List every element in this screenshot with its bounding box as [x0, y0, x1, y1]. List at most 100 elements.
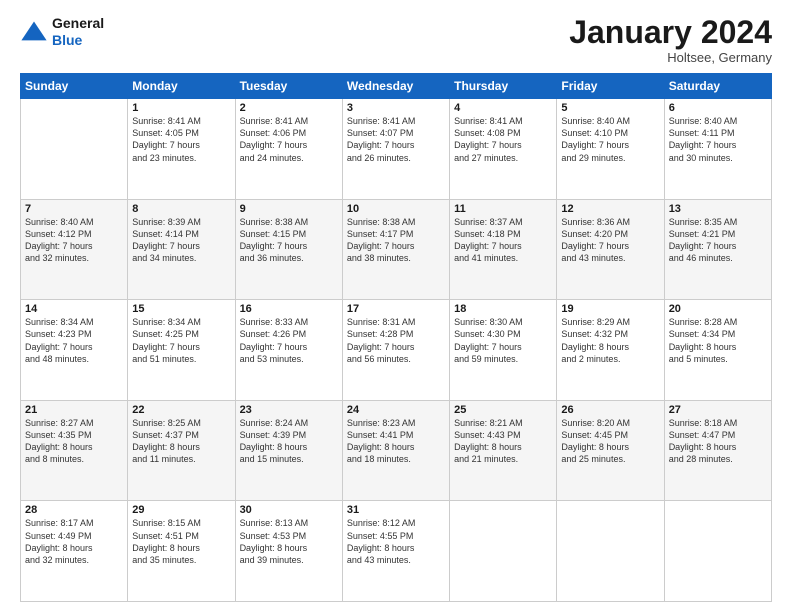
day-info: Sunrise: 8:41 AM Sunset: 4:06 PM Dayligh…	[240, 115, 338, 164]
day-info: Sunrise: 8:31 AM Sunset: 4:28 PM Dayligh…	[347, 316, 445, 365]
calendar-cell: 19Sunrise: 8:29 AM Sunset: 4:32 PM Dayli…	[557, 300, 664, 401]
day-info: Sunrise: 8:29 AM Sunset: 4:32 PM Dayligh…	[561, 316, 659, 365]
day-number: 10	[347, 203, 445, 215]
day-number: 13	[669, 203, 767, 215]
day-number: 25	[454, 404, 552, 416]
title-block: January 2024 Holtsee, Germany	[569, 15, 772, 65]
calendar-cell: 27Sunrise: 8:18 AM Sunset: 4:47 PM Dayli…	[664, 400, 771, 501]
day-info: Sunrise: 8:35 AM Sunset: 4:21 PM Dayligh…	[669, 216, 767, 265]
day-info: Sunrise: 8:25 AM Sunset: 4:37 PM Dayligh…	[132, 417, 230, 466]
calendar-cell: 6Sunrise: 8:40 AM Sunset: 4:11 PM Daylig…	[664, 99, 771, 200]
day-number: 8	[132, 203, 230, 215]
day-info: Sunrise: 8:27 AM Sunset: 4:35 PM Dayligh…	[25, 417, 123, 466]
day-info: Sunrise: 8:21 AM Sunset: 4:43 PM Dayligh…	[454, 417, 552, 466]
day-info: Sunrise: 8:40 AM Sunset: 4:12 PM Dayligh…	[25, 216, 123, 265]
calendar-cell: 24Sunrise: 8:23 AM Sunset: 4:41 PM Dayli…	[342, 400, 449, 501]
day-number: 11	[454, 203, 552, 215]
calendar-cell: 4Sunrise: 8:41 AM Sunset: 4:08 PM Daylig…	[450, 99, 557, 200]
calendar-cell: 30Sunrise: 8:13 AM Sunset: 4:53 PM Dayli…	[235, 501, 342, 602]
day-number: 31	[347, 504, 445, 516]
calendar-cell: 26Sunrise: 8:20 AM Sunset: 4:45 PM Dayli…	[557, 400, 664, 501]
day-info: Sunrise: 8:36 AM Sunset: 4:20 PM Dayligh…	[561, 216, 659, 265]
day-info: Sunrise: 8:24 AM Sunset: 4:39 PM Dayligh…	[240, 417, 338, 466]
day-number: 19	[561, 303, 659, 315]
day-info: Sunrise: 8:20 AM Sunset: 4:45 PM Dayligh…	[561, 417, 659, 466]
day-number: 2	[240, 102, 338, 114]
calendar-cell	[21, 99, 128, 200]
location-subtitle: Holtsee, Germany	[569, 50, 772, 65]
calendar-cell: 10Sunrise: 8:38 AM Sunset: 4:17 PM Dayli…	[342, 199, 449, 300]
day-number: 29	[132, 504, 230, 516]
header: General Blue January 2024 Holtsee, Germa…	[20, 15, 772, 65]
calendar-cell: 23Sunrise: 8:24 AM Sunset: 4:39 PM Dayli…	[235, 400, 342, 501]
calendar-cell: 28Sunrise: 8:17 AM Sunset: 4:49 PM Dayli…	[21, 501, 128, 602]
calendar-cell	[450, 501, 557, 602]
day-number: 1	[132, 102, 230, 114]
calendar-cell: 9Sunrise: 8:38 AM Sunset: 4:15 PM Daylig…	[235, 199, 342, 300]
day-info: Sunrise: 8:41 AM Sunset: 4:05 PM Dayligh…	[132, 115, 230, 164]
weekday-header-monday: Monday	[128, 74, 235, 99]
day-number: 16	[240, 303, 338, 315]
calendar-cell: 2Sunrise: 8:41 AM Sunset: 4:06 PM Daylig…	[235, 99, 342, 200]
day-info: Sunrise: 8:23 AM Sunset: 4:41 PM Dayligh…	[347, 417, 445, 466]
calendar-cell: 3Sunrise: 8:41 AM Sunset: 4:07 PM Daylig…	[342, 99, 449, 200]
day-info: Sunrise: 8:38 AM Sunset: 4:15 PM Dayligh…	[240, 216, 338, 265]
day-info: Sunrise: 8:33 AM Sunset: 4:26 PM Dayligh…	[240, 316, 338, 365]
calendar-cell: 5Sunrise: 8:40 AM Sunset: 4:10 PM Daylig…	[557, 99, 664, 200]
day-number: 22	[132, 404, 230, 416]
logo-icon	[20, 18, 48, 46]
day-number: 17	[347, 303, 445, 315]
day-number: 12	[561, 203, 659, 215]
calendar-cell: 31Sunrise: 8:12 AM Sunset: 4:55 PM Dayli…	[342, 501, 449, 602]
calendar-cell: 11Sunrise: 8:37 AM Sunset: 4:18 PM Dayli…	[450, 199, 557, 300]
calendar-cell: 25Sunrise: 8:21 AM Sunset: 4:43 PM Dayli…	[450, 400, 557, 501]
calendar-cell: 1Sunrise: 8:41 AM Sunset: 4:05 PM Daylig…	[128, 99, 235, 200]
logo-text: General Blue	[52, 15, 104, 49]
day-info: Sunrise: 8:40 AM Sunset: 4:11 PM Dayligh…	[669, 115, 767, 164]
weekday-header-wednesday: Wednesday	[342, 74, 449, 99]
calendar-cell: 12Sunrise: 8:36 AM Sunset: 4:20 PM Dayli…	[557, 199, 664, 300]
calendar-cell: 14Sunrise: 8:34 AM Sunset: 4:23 PM Dayli…	[21, 300, 128, 401]
day-number: 21	[25, 404, 123, 416]
weekday-header-thursday: Thursday	[450, 74, 557, 99]
calendar-cell: 13Sunrise: 8:35 AM Sunset: 4:21 PM Dayli…	[664, 199, 771, 300]
page: General Blue January 2024 Holtsee, Germa…	[0, 0, 792, 612]
calendar-cell: 22Sunrise: 8:25 AM Sunset: 4:37 PM Dayli…	[128, 400, 235, 501]
calendar-cell: 20Sunrise: 8:28 AM Sunset: 4:34 PM Dayli…	[664, 300, 771, 401]
day-info: Sunrise: 8:18 AM Sunset: 4:47 PM Dayligh…	[669, 417, 767, 466]
calendar-cell	[557, 501, 664, 602]
day-number: 4	[454, 102, 552, 114]
weekday-header-sunday: Sunday	[21, 74, 128, 99]
logo: General Blue	[20, 15, 104, 49]
weekday-header-tuesday: Tuesday	[235, 74, 342, 99]
day-number: 28	[25, 504, 123, 516]
calendar-cell: 18Sunrise: 8:30 AM Sunset: 4:30 PM Dayli…	[450, 300, 557, 401]
day-info: Sunrise: 8:13 AM Sunset: 4:53 PM Dayligh…	[240, 517, 338, 566]
day-info: Sunrise: 8:30 AM Sunset: 4:30 PM Dayligh…	[454, 316, 552, 365]
day-info: Sunrise: 8:38 AM Sunset: 4:17 PM Dayligh…	[347, 216, 445, 265]
weekday-header-friday: Friday	[557, 74, 664, 99]
day-number: 6	[669, 102, 767, 114]
calendar-cell	[664, 501, 771, 602]
calendar-week-row: 14Sunrise: 8:34 AM Sunset: 4:23 PM Dayli…	[21, 300, 772, 401]
day-number: 24	[347, 404, 445, 416]
calendar-cell: 8Sunrise: 8:39 AM Sunset: 4:14 PM Daylig…	[128, 199, 235, 300]
day-number: 7	[25, 203, 123, 215]
day-number: 18	[454, 303, 552, 315]
month-title: January 2024	[569, 15, 772, 50]
calendar-cell: 15Sunrise: 8:34 AM Sunset: 4:25 PM Dayli…	[128, 300, 235, 401]
day-number: 5	[561, 102, 659, 114]
calendar-cell: 16Sunrise: 8:33 AM Sunset: 4:26 PM Dayli…	[235, 300, 342, 401]
day-number: 26	[561, 404, 659, 416]
day-info: Sunrise: 8:39 AM Sunset: 4:14 PM Dayligh…	[132, 216, 230, 265]
weekday-header-saturday: Saturday	[664, 74, 771, 99]
calendar-week-row: 21Sunrise: 8:27 AM Sunset: 4:35 PM Dayli…	[21, 400, 772, 501]
calendar-cell: 17Sunrise: 8:31 AM Sunset: 4:28 PM Dayli…	[342, 300, 449, 401]
day-number: 3	[347, 102, 445, 114]
day-info: Sunrise: 8:15 AM Sunset: 4:51 PM Dayligh…	[132, 517, 230, 566]
day-info: Sunrise: 8:40 AM Sunset: 4:10 PM Dayligh…	[561, 115, 659, 164]
calendar-table: SundayMondayTuesdayWednesdayThursdayFrid…	[20, 73, 772, 602]
day-number: 23	[240, 404, 338, 416]
weekday-header-row: SundayMondayTuesdayWednesdayThursdayFrid…	[21, 74, 772, 99]
calendar-week-row: 1Sunrise: 8:41 AM Sunset: 4:05 PM Daylig…	[21, 99, 772, 200]
